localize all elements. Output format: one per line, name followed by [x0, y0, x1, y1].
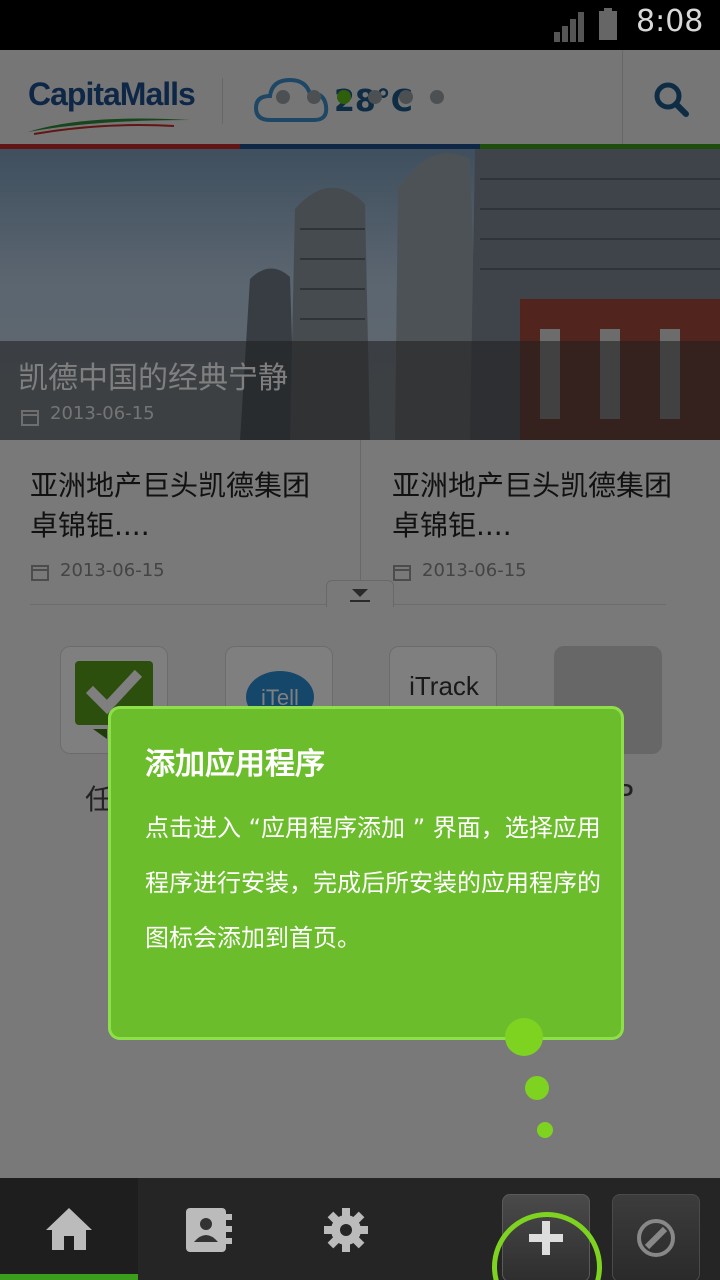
edit-icon: [637, 1219, 675, 1257]
home-icon: [46, 1208, 92, 1250]
tooltip-pointer-bubble: [537, 1122, 553, 1138]
status-bar: 8:08: [0, 0, 720, 50]
tab-settings[interactable]: [276, 1178, 414, 1280]
contacts-icon: [186, 1208, 232, 1252]
guide-tooltip: 添加应用程序 点击进入 “应用程序添加 ” 界面，选择应用程序进行安装，完成后所…: [108, 706, 624, 1040]
tooltip-pointer-bubble: [505, 1018, 543, 1056]
tooltip-pointer-bubble: [525, 1076, 549, 1100]
battery-icon: [599, 8, 617, 40]
tooltip-title: 添加应用程序: [145, 747, 325, 782]
tab-contacts[interactable]: [138, 1178, 276, 1280]
guide-overlay[interactable]: [0, 50, 720, 1280]
tooltip-body: 点击进入 “应用程序添加 ” 界面，选择应用程序进行安装，完成后所安装的应用程序…: [145, 814, 601, 952]
edit-button[interactable]: [612, 1194, 700, 1280]
status-time: 8:08: [636, 4, 704, 39]
tab-home[interactable]: [0, 1178, 138, 1280]
settings-gear-icon: [324, 1208, 368, 1252]
tab-active-indicator: [0, 1274, 138, 1280]
app-screen: CapitaMalls 28°C: [0, 50, 720, 1280]
signal-icon: [554, 12, 584, 42]
